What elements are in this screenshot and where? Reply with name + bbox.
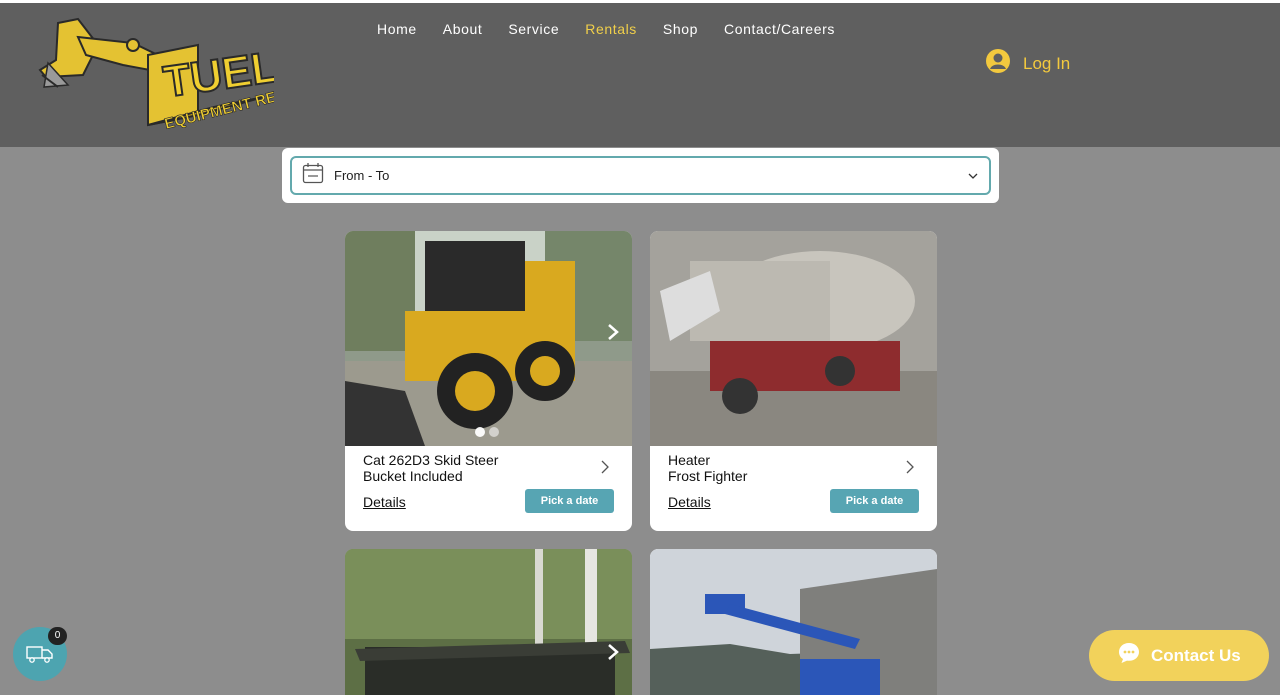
rental-title-line2: Bucket Included (363, 468, 463, 484)
rental-card (650, 549, 937, 695)
rental-image-skid-steer[interactable] (345, 231, 632, 446)
calendar-icon (302, 162, 324, 189)
user-avatar-icon (985, 48, 1011, 79)
chat-bubble-icon (1117, 641, 1141, 670)
rental-title-line1: Heater (668, 452, 711, 468)
rental-card: Cat 262D3 Skid Steer Bucket Included Det… (345, 231, 632, 531)
contact-us-button[interactable]: Contact Us (1089, 630, 1269, 681)
date-range-label: From - To (334, 168, 390, 183)
date-range-panel: From - To (282, 148, 999, 203)
chevron-right-icon[interactable] (606, 323, 620, 346)
chevron-down-icon[interactable] (967, 169, 979, 187)
site-header: TUEL'S EQUIPMENT REPAIR Home About Servi… (0, 3, 1280, 147)
chevron-right-icon[interactable] (600, 459, 610, 480)
rental-title-line2: Frost Fighter (668, 468, 748, 484)
nav-service[interactable]: Service (495, 21, 572, 37)
site-logo[interactable]: TUEL'S EQUIPMENT REPAIR (38, 15, 322, 135)
nav-home[interactable]: Home (364, 21, 430, 37)
rental-image-heater[interactable] (650, 231, 937, 446)
image-carousel-dots (475, 427, 499, 437)
rental-card: Heater Frost Fighter Details Pick a date (650, 231, 937, 531)
rental-image-trailer[interactable] (345, 549, 632, 695)
login-label: Log In (1023, 53, 1071, 73)
rental-title: Cat 262D3 Skid Steer Bucket Included (363, 452, 498, 484)
nav-contact-careers[interactable]: Contact/Careers (711, 21, 848, 37)
rental-title-line1: Cat 262D3 Skid Steer (363, 452, 499, 468)
truck-icon (26, 644, 54, 669)
pick-a-date-button[interactable]: Pick a date (830, 489, 919, 513)
rental-title: Heater Frost Fighter (668, 452, 747, 484)
main-nav: Home About Service Rentals Shop Contact/… (364, 17, 848, 41)
rental-card (345, 549, 632, 695)
date-range-picker[interactable]: From - To (290, 156, 991, 195)
details-link[interactable]: Details (363, 494, 406, 510)
carousel-dot[interactable] (489, 427, 499, 437)
carousel-dot[interactable] (475, 427, 485, 437)
pick-a-date-button[interactable]: Pick a date (525, 489, 614, 513)
details-link[interactable]: Details (668, 494, 711, 510)
rental-image-boom-lift[interactable] (650, 549, 937, 695)
chevron-right-icon[interactable] (905, 459, 915, 480)
cart-count-badge: 0 (48, 627, 67, 645)
chevron-right-icon[interactable] (606, 643, 620, 666)
login-button[interactable]: Log In (985, 48, 1070, 79)
contact-us-label: Contact Us (1151, 645, 1241, 665)
nav-shop[interactable]: Shop (650, 21, 711, 37)
nav-about[interactable]: About (430, 21, 496, 37)
nav-rentals[interactable]: Rentals (572, 21, 650, 37)
